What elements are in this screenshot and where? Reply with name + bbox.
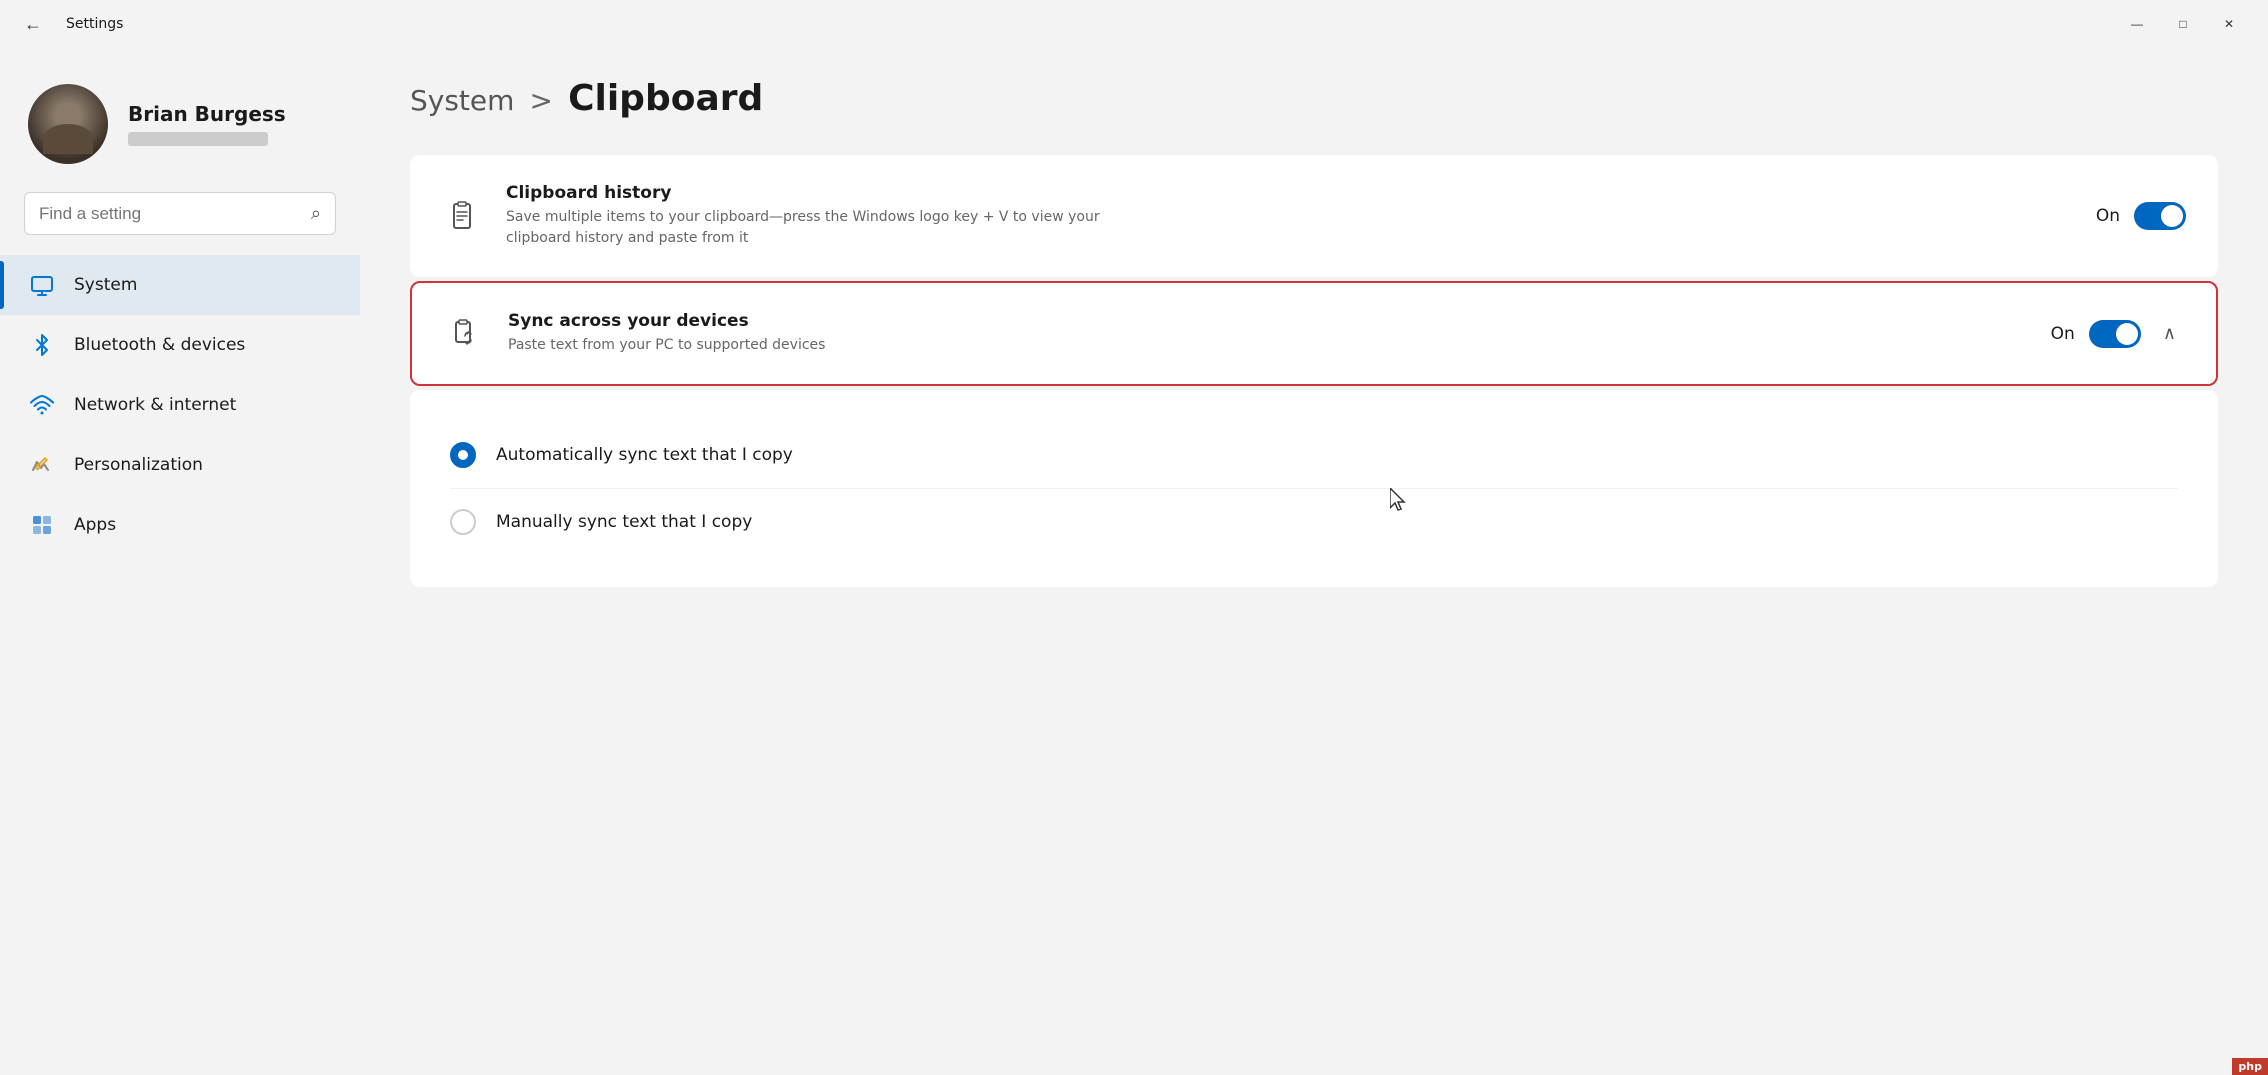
sync-devices-control: On ∧	[2051, 319, 2184, 348]
back-button[interactable]: ←	[16, 10, 50, 39]
sync-devices-toggle[interactable]	[2089, 320, 2141, 348]
maximize-button[interactable]: □	[2160, 8, 2206, 40]
bluetooth-icon	[28, 331, 56, 359]
sidebar-item-network[interactable]: Network & internet	[0, 375, 360, 435]
clipboard-history-toggle-knob	[2161, 205, 2183, 227]
sync-devices-desc: Paste text from your PC to supported dev…	[508, 335, 1128, 356]
clipboard-history-card: Clipboard history Save multiple items to…	[410, 155, 2218, 277]
window-title: Settings	[66, 16, 123, 32]
sidebar-item-apps-label: Apps	[74, 515, 116, 535]
window-controls: — □ ✕	[2114, 8, 2252, 40]
clipboard-history-text: Clipboard history Save multiple items to…	[506, 183, 2072, 249]
auto-sync-label: Automatically sync text that I copy	[496, 445, 793, 465]
apps-icon	[28, 511, 56, 539]
app-container: Brian Burgess ⌕ System	[0, 48, 2268, 1075]
search-input[interactable]	[39, 204, 299, 224]
manual-sync-radio[interactable]	[450, 509, 476, 535]
page-title: Clipboard	[568, 78, 763, 119]
sidebar-item-personalization[interactable]: Personalization	[0, 435, 360, 495]
sidebar-item-network-label: Network & internet	[74, 395, 236, 415]
close-button[interactable]: ✕	[2206, 8, 2252, 40]
avatar	[28, 84, 108, 164]
clipboard-history-row: Clipboard history Save multiple items to…	[410, 155, 2218, 277]
user-info: Brian Burgess	[128, 102, 286, 146]
system-icon	[28, 271, 56, 299]
sidebar: Brian Burgess ⌕ System	[0, 48, 360, 1075]
clipboard-history-icon	[442, 196, 482, 236]
clipboard-history-desc: Save multiple items to your clipboard—pr…	[506, 207, 1126, 249]
avatar-image	[28, 84, 108, 164]
sidebar-item-system[interactable]: System	[0, 255, 360, 315]
clipboard-history-control: On	[2096, 202, 2186, 230]
search-box[interactable]: ⌕	[24, 192, 336, 235]
auto-sync-option[interactable]: Automatically sync text that I copy	[450, 422, 2178, 488]
clipboard-history-toggle[interactable]	[2134, 202, 2186, 230]
nav-list: System Bluetooth & devices	[0, 255, 360, 555]
sync-devices-state: On	[2051, 324, 2075, 344]
breadcrumb-parent: System	[410, 84, 514, 117]
sync-devices-title: Sync across your devices	[508, 311, 2027, 331]
sidebar-item-personalization-label: Personalization	[74, 455, 203, 475]
sync-devices-row: Sync across your devices Paste text from…	[412, 283, 2216, 384]
sidebar-item-system-label: System	[74, 275, 137, 295]
sync-devices-toggle-knob	[2116, 323, 2138, 345]
personalization-icon	[28, 451, 56, 479]
clipboard-history-state: On	[2096, 206, 2120, 226]
sync-devices-text: Sync across your devices Paste text from…	[508, 311, 2027, 356]
sidebar-item-bluetooth-label: Bluetooth & devices	[74, 335, 245, 355]
minimize-button[interactable]: —	[2114, 8, 2160, 40]
sync-options-card: Automatically sync text that I copy Manu…	[410, 390, 2218, 587]
content-area: System > Clipboard Clipboard history	[360, 48, 2268, 1075]
manual-sync-label: Manually sync text that I copy	[496, 512, 752, 532]
user-profile: Brian Burgess	[0, 68, 360, 192]
manual-sync-option[interactable]: Manually sync text that I copy	[450, 488, 2178, 555]
auto-sync-radio[interactable]	[450, 442, 476, 468]
sync-devices-card: Sync across your devices Paste text from…	[410, 281, 2218, 386]
sync-devices-expand-button[interactable]: ∧	[2155, 319, 2184, 348]
sidebar-item-bluetooth[interactable]: Bluetooth & devices	[0, 315, 360, 375]
title-bar-left: ← Settings	[16, 10, 123, 39]
sidebar-item-apps[interactable]: Apps	[0, 495, 360, 555]
search-icon: ⌕	[311, 203, 321, 224]
breadcrumb-separator: >	[530, 84, 553, 117]
clipboard-history-title: Clipboard history	[506, 183, 2072, 203]
network-icon	[28, 391, 56, 419]
php-badge: php	[2232, 1058, 2268, 1075]
title-bar: ← Settings — □ ✕	[0, 0, 2268, 48]
page-header: System > Clipboard	[410, 78, 2218, 119]
sync-devices-icon	[444, 314, 484, 354]
user-email	[128, 132, 268, 146]
user-name: Brian Burgess	[128, 102, 286, 126]
